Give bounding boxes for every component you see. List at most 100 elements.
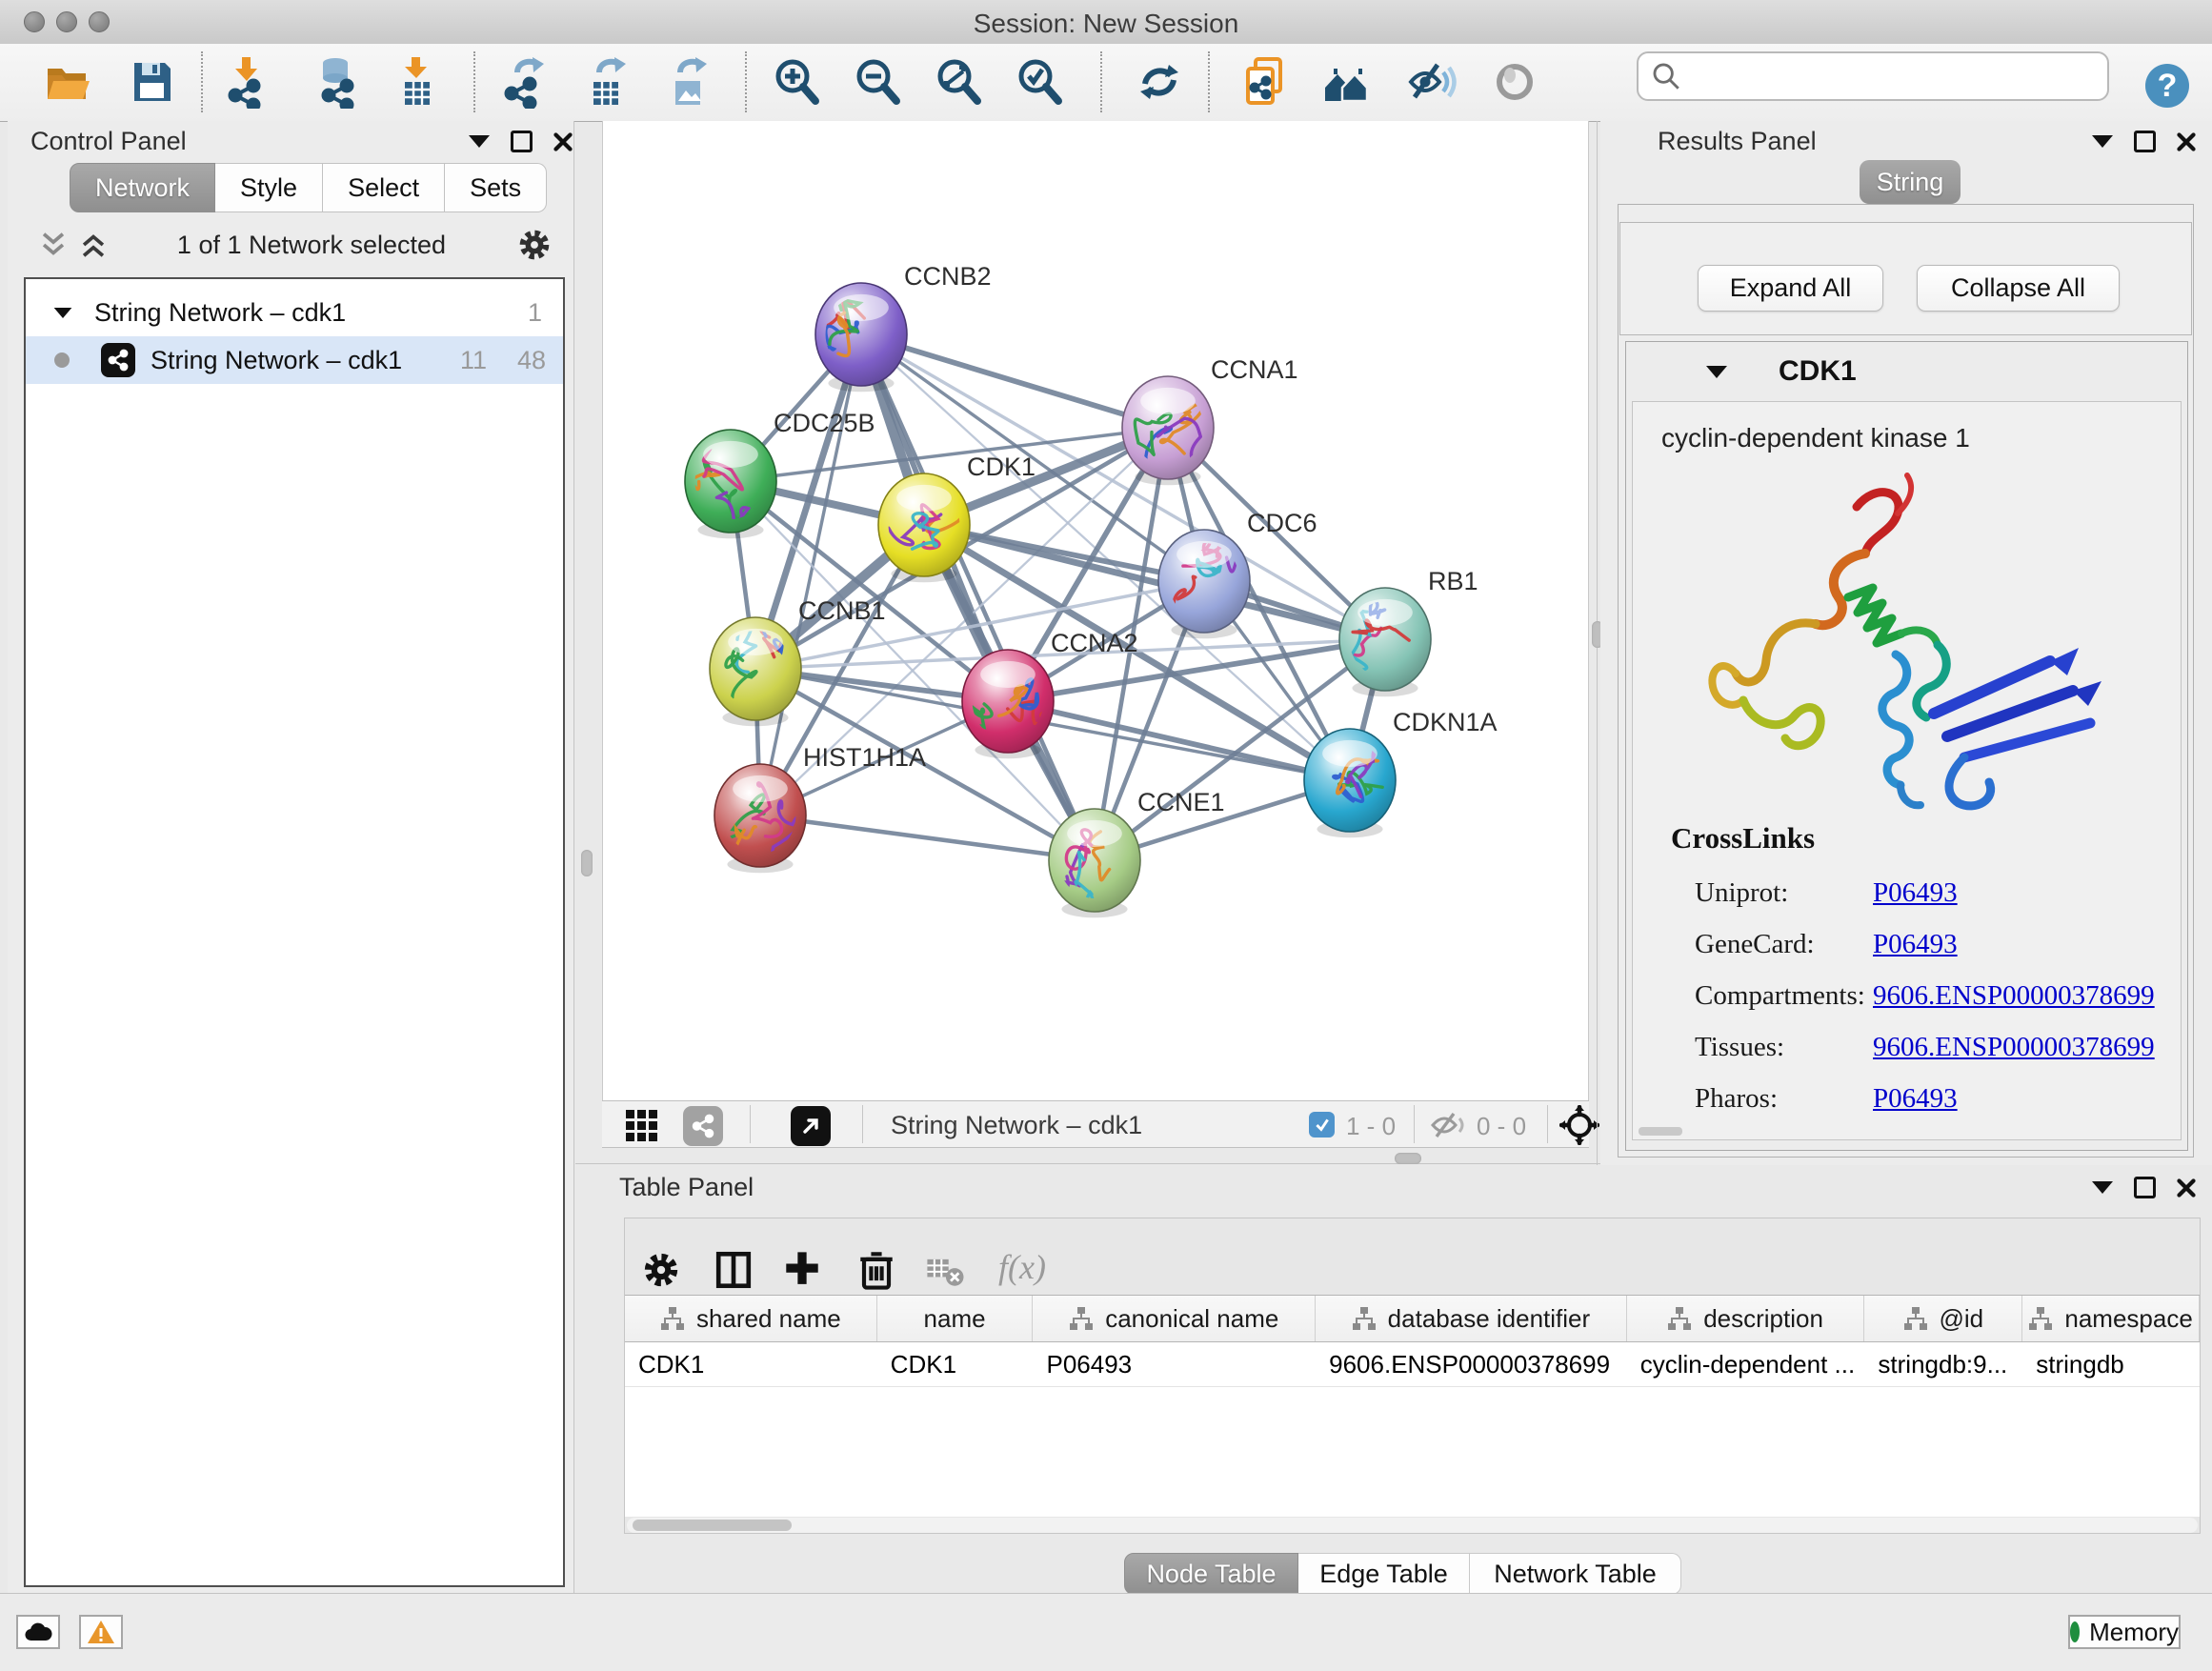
warnings-button[interactable] xyxy=(79,1615,123,1649)
crosslink-link[interactable]: 9606.ENSP00000378699 xyxy=(1873,1032,2155,1063)
table-options-gear-icon[interactable] xyxy=(636,1245,686,1295)
close-panel-icon[interactable] xyxy=(2177,1178,2196,1198)
network-node[interactable]: HIST1H1A xyxy=(713,743,926,873)
network-share-icon[interactable] xyxy=(683,1106,723,1146)
inactive-eye-icon[interactable] xyxy=(1490,55,1539,109)
splitter-grip[interactable] xyxy=(1395,1153,1421,1164)
column-header[interactable]: @id xyxy=(1864,1296,2022,1341)
table-hscrollbar[interactable] xyxy=(627,1518,2198,1533)
tab-node-table[interactable]: Node Table xyxy=(1124,1553,1298,1595)
cloud-button[interactable] xyxy=(16,1615,60,1649)
crosslink-link[interactable]: P06493 xyxy=(1873,877,1958,909)
import-table-icon[interactable] xyxy=(392,55,441,109)
network-node[interactable]: CCNB1 xyxy=(710,596,886,726)
panel-menu-icon[interactable] xyxy=(469,135,490,148)
tab-select[interactable]: Select xyxy=(323,163,445,212)
network-collection-row[interactable]: String Network – cdk1 1 xyxy=(26,289,563,336)
hidden-eye-icon[interactable] xyxy=(1429,1110,1467,1140)
tab-edge-table[interactable]: Edge Table xyxy=(1298,1553,1470,1595)
import-database-icon[interactable] xyxy=(313,55,363,109)
crosslink-link[interactable]: 9606.ENSP00000378699 xyxy=(1873,980,2155,1012)
delete-table-icon[interactable] xyxy=(920,1245,970,1295)
panel-menu-icon[interactable] xyxy=(2092,135,2113,148)
collapse-all-button[interactable]: Collapse All xyxy=(1917,265,2120,312)
table-cell[interactable]: CDK1 xyxy=(877,1342,1034,1386)
column-header[interactable]: name xyxy=(877,1296,1034,1341)
float-panel-icon[interactable] xyxy=(511,131,533,152)
zoom-fit-icon[interactable] xyxy=(934,55,983,109)
search-input[interactable] xyxy=(1688,61,2107,92)
close-panel-icon[interactable] xyxy=(2177,132,2196,151)
splitter-grip[interactable] xyxy=(581,850,593,876)
toolbar-separator xyxy=(1100,51,1102,112)
refresh-icon[interactable] xyxy=(1135,55,1184,109)
node-label: RB1 xyxy=(1428,567,1478,595)
expand-all-button[interactable]: Expand All xyxy=(1698,265,1883,312)
clone-network-icon[interactable] xyxy=(1240,55,1290,109)
network-row[interactable]: String Network – cdk1 11 48 xyxy=(26,336,563,384)
network-node[interactable]: RB1 xyxy=(1326,567,1478,696)
add-column-icon[interactable] xyxy=(777,1245,827,1295)
network-node[interactable]: CDKN1A xyxy=(1304,708,1498,837)
delete-column-icon[interactable] xyxy=(852,1245,901,1295)
column-header[interactable]: database identifier xyxy=(1316,1296,1627,1341)
memory-button[interactable]: Memory xyxy=(2068,1615,2181,1649)
network-canvas[interactable]: CCNB2CCNA1CDC25BCDK1CDC6RB1CCNB1CCNA2CDK… xyxy=(602,121,1589,1100)
export-network-icon[interactable] xyxy=(500,55,550,109)
grid-view-icon[interactable] xyxy=(624,1108,660,1144)
table-cell[interactable]: stringdb:9... xyxy=(1864,1342,2022,1386)
table-cell[interactable]: cyclin-dependent ... xyxy=(1627,1342,1865,1386)
crosslink-link[interactable]: P06493 xyxy=(1873,929,1958,960)
fit-crosshair-icon[interactable] xyxy=(1559,1105,1599,1145)
memory-label: Memory xyxy=(2089,1618,2179,1647)
tab-network[interactable]: Network xyxy=(70,163,215,212)
show-hide-icon[interactable] xyxy=(1407,55,1457,109)
save-session-icon[interactable] xyxy=(127,55,176,109)
scrollbar-thumb[interactable] xyxy=(633,1520,792,1531)
table-cell[interactable]: stringdb xyxy=(2022,1342,2200,1386)
float-panel-icon[interactable] xyxy=(2134,131,2156,152)
crosslink-link[interactable]: P06493 xyxy=(1873,1083,1958,1115)
close-panel-icon[interactable] xyxy=(553,132,573,151)
gene-card-header[interactable]: CDK1 xyxy=(1626,342,2187,401)
column-header[interactable]: description xyxy=(1627,1296,1865,1341)
table-cell[interactable]: CDK1 xyxy=(625,1342,877,1386)
table-cell[interactable]: 9606.ENSP00000378699 xyxy=(1316,1342,1627,1386)
warning-icon xyxy=(87,1620,115,1644)
function-builder-icon[interactable]: f(x) xyxy=(998,1247,1046,1287)
tab-string[interactable]: String xyxy=(1860,160,1961,204)
help-icon[interactable]: ? xyxy=(2142,59,2192,112)
import-network-icon[interactable] xyxy=(222,55,271,109)
network-edge[interactable] xyxy=(861,334,1168,428)
export-table-icon[interactable] xyxy=(582,55,632,109)
column-header[interactable]: namespace xyxy=(2022,1296,2200,1341)
collapse-all-icon[interactable] xyxy=(37,229,70,261)
tab-sets[interactable]: Sets xyxy=(445,163,547,212)
table-row[interactable]: CDK1CDK1P064939606.ENSP00000378699cyclin… xyxy=(625,1342,2200,1387)
float-panel-icon[interactable] xyxy=(2134,1177,2156,1198)
open-session-icon[interactable] xyxy=(42,55,91,109)
zoom-selected-icon[interactable] xyxy=(1015,55,1064,109)
birds-eye-view-icon[interactable] xyxy=(791,1106,831,1146)
tab-style[interactable]: Style xyxy=(215,163,323,212)
collection-expander-icon[interactable] xyxy=(54,307,72,317)
network-edge[interactable] xyxy=(1008,701,1350,780)
selected-checkbox-icon[interactable] xyxy=(1309,1112,1335,1137)
network-edge[interactable] xyxy=(760,815,1095,860)
expand-all-icon[interactable] xyxy=(77,229,110,261)
table-cell[interactable]: P06493 xyxy=(1033,1342,1316,1386)
table-panel: Table Panel f(x) xyxy=(575,1165,2212,1593)
export-image-icon[interactable] xyxy=(663,55,713,109)
tab-network-table[interactable]: Network Table xyxy=(1470,1553,1681,1595)
panel-menu-icon[interactable] xyxy=(2092,1181,2113,1194)
mini-scrollbar[interactable] xyxy=(1639,1127,1682,1136)
show-columns-icon[interactable] xyxy=(709,1245,758,1295)
home-icon[interactable] xyxy=(1321,55,1371,109)
collapse-gene-icon[interactable] xyxy=(1706,366,1727,378)
column-header[interactable]: shared name xyxy=(625,1296,877,1341)
zoom-out-icon[interactable] xyxy=(853,55,902,109)
zoom-in-icon[interactable] xyxy=(772,55,821,109)
column-header[interactable]: canonical name xyxy=(1033,1296,1316,1341)
network-options-gear-icon[interactable] xyxy=(513,224,555,266)
network-edge[interactable] xyxy=(861,334,1095,860)
